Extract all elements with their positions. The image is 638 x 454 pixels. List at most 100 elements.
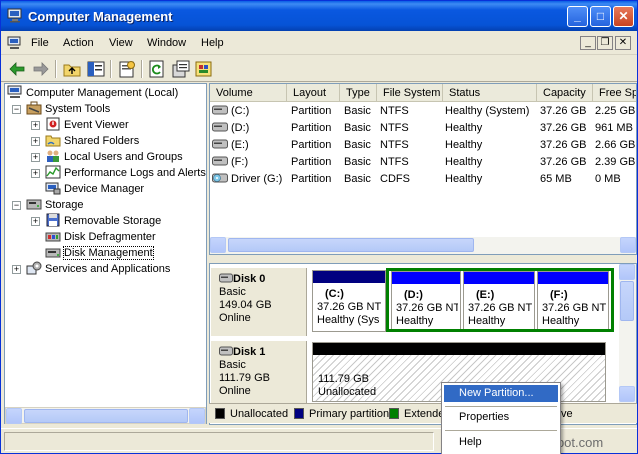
menu-item-properties[interactable]: Properties (444, 409, 558, 426)
help-icon[interactable] (194, 59, 214, 79)
context-menu: New Partition... Properties Help (441, 382, 561, 454)
computer-management-icon[interactable] (7, 36, 22, 50)
column-type[interactable]: Type (340, 84, 377, 102)
menu-item-new-partition[interactable]: New Partition... (444, 385, 558, 402)
volume-file-system: CDFS (380, 173, 410, 185)
menu-bar: File Action View Window Help _ ❐ ✕ (1, 32, 637, 55)
menu-help[interactable]: Help (201, 37, 224, 49)
unallocated-size: 111.79 GB (318, 373, 369, 385)
tree-item-label: Local Users and Groups (64, 151, 183, 163)
collapse-toggle[interactable]: − (12, 105, 21, 114)
disk-state: Online (219, 312, 251, 324)
tree-item-event-viewer[interactable]: Event Viewer (45, 117, 129, 133)
up-folder-icon[interactable] (62, 59, 82, 79)
scroll-left-button[interactable] (6, 408, 22, 424)
column-volume[interactable]: Volume (210, 84, 287, 102)
volume-file-system: NTFS (380, 139, 409, 151)
partition-status: Healthy (Sys (317, 314, 380, 326)
column-layout[interactable]: Layout (287, 84, 340, 102)
maximize-button[interactable]: □ (590, 6, 611, 27)
volume-row[interactable]: (F:) Partition Basic NTFS Healthy 37.26 … (210, 154, 636, 171)
tree-item-services-applications[interactable]: Services and Applications (26, 261, 170, 277)
scroll-right-button[interactable] (620, 237, 636, 253)
refresh-icon[interactable] (147, 59, 167, 79)
tree-item-system-tools[interactable]: System Tools (26, 101, 110, 117)
expand-toggle[interactable]: + (31, 121, 40, 130)
scroll-thumb[interactable] (228, 238, 474, 252)
volume-free-space: 2.66 GB (595, 139, 636, 151)
scroll-left-button[interactable] (210, 237, 226, 253)
legend-item: Unallocated (215, 408, 288, 420)
scroll-thumb[interactable] (620, 281, 634, 321)
disk-view-vertical-scrollbar[interactable] (619, 264, 636, 403)
column-capacity[interactable]: Capacity (537, 84, 593, 102)
tree-item-computer-management[interactable]: Computer Management (Local) (7, 85, 178, 101)
event-viewer-icon (46, 117, 60, 131)
volume-status: Healthy (System) (445, 105, 530, 117)
expand-toggle[interactable]: + (31, 153, 40, 162)
menu-action[interactable]: Action (63, 37, 94, 49)
column-file-system[interactable]: File System (377, 84, 443, 102)
tree-item-storage[interactable]: Storage (26, 197, 84, 213)
expand-toggle[interactable]: + (31, 169, 40, 178)
collapse-toggle[interactable]: − (12, 201, 21, 210)
tree-item-device-manager[interactable]: Device Manager (45, 181, 144, 197)
scroll-thumb[interactable] (24, 409, 188, 423)
minimize-button[interactable]: _ (567, 6, 588, 27)
mdi-minimize-button[interactable]: _ (580, 36, 596, 50)
export-list-icon[interactable] (171, 59, 191, 79)
legend-label: Unallocated (230, 408, 289, 420)
extended-partition-frame[interactable] (386, 268, 614, 332)
mdi-restore-button[interactable]: ❐ (597, 36, 613, 50)
tree-item-label: Removable Storage (64, 215, 162, 227)
back-arrow-icon[interactable] (7, 59, 27, 79)
scroll-up-button[interactable] (619, 264, 635, 280)
list-horizontal-scrollbar[interactable] (210, 237, 636, 254)
partition-c[interactable]: (C:) 37.26 GB NT Healthy (Sys (312, 270, 386, 332)
tree-item-removable-storage[interactable]: Removable Storage (45, 213, 161, 229)
forward-arrow-icon[interactable] (31, 59, 51, 79)
tree-item-local-users[interactable]: Local Users and Groups (45, 149, 183, 165)
system-tools-icon (26, 101, 42, 115)
menu-view[interactable]: View (109, 37, 133, 49)
drive-icon (212, 105, 228, 115)
volume-capacity: 37.26 GB (540, 105, 587, 117)
menu-window[interactable]: Window (147, 37, 186, 49)
close-button[interactable]: ✕ (613, 6, 634, 27)
tree-horizontal-scrollbar[interactable] (5, 407, 206, 424)
volume-name: (D:) (231, 122, 250, 134)
volume-capacity: 65 MB (540, 173, 572, 185)
expand-toggle[interactable]: + (12, 265, 21, 274)
volume-row[interactable]: (E:) Partition Basic NTFS Healthy 37.26 … (210, 137, 636, 154)
defragmenter-icon (45, 232, 61, 242)
disk-1-label[interactable]: Disk 1 Basic 111.79 GB Online (211, 341, 307, 409)
list-header: Volume Layout Type File System Status Ca… (210, 84, 636, 102)
volume-row[interactable]: (C:) Partition Basic NTFS Healthy (Syste… (210, 103, 636, 120)
toolbar-separator (110, 60, 112, 78)
menu-item-help[interactable]: Help (444, 434, 558, 451)
volume-row[interactable]: (D:) Partition Basic NTFS Healthy 37.26 … (210, 120, 636, 137)
cd-drive-icon (212, 173, 228, 183)
disk-name: Disk 1 (233, 346, 266, 358)
tree-item-disk-defragmenter[interactable]: Disk Defragmenter (45, 229, 156, 245)
scroll-right-button[interactable] (189, 408, 205, 424)
expand-toggle[interactable]: + (31, 137, 40, 146)
mdi-close-button[interactable]: ✕ (615, 36, 631, 50)
properties-icon[interactable] (117, 59, 137, 79)
scroll-down-button[interactable] (619, 386, 635, 402)
tree-item-performance-logs[interactable]: Performance Logs and Alerts (45, 165, 206, 181)
expand-toggle[interactable]: + (31, 217, 40, 226)
disk-0-label[interactable]: Disk 0 Basic 149.04 GB Online (211, 268, 307, 336)
volume-row[interactable]: Driver (G:) Partition Basic CDFS Healthy… (210, 171, 636, 188)
menu-file[interactable]: File (31, 37, 49, 49)
device-manager-icon (45, 182, 61, 195)
column-status[interactable]: Status (443, 84, 537, 102)
menu-separator (445, 406, 557, 407)
tree-item-disk-management[interactable]: Disk Management (45, 245, 154, 261)
column-free-space[interactable]: Free Sp (593, 84, 636, 102)
volume-status: Healthy (445, 122, 483, 134)
title-bar[interactable]: Computer Management _ □ ✕ (1, 1, 637, 31)
show-hide-tree-icon[interactable] (86, 59, 106, 79)
tree-item-label: Storage (45, 199, 84, 211)
tree-item-shared-folders[interactable]: Shared Folders (45, 133, 139, 149)
